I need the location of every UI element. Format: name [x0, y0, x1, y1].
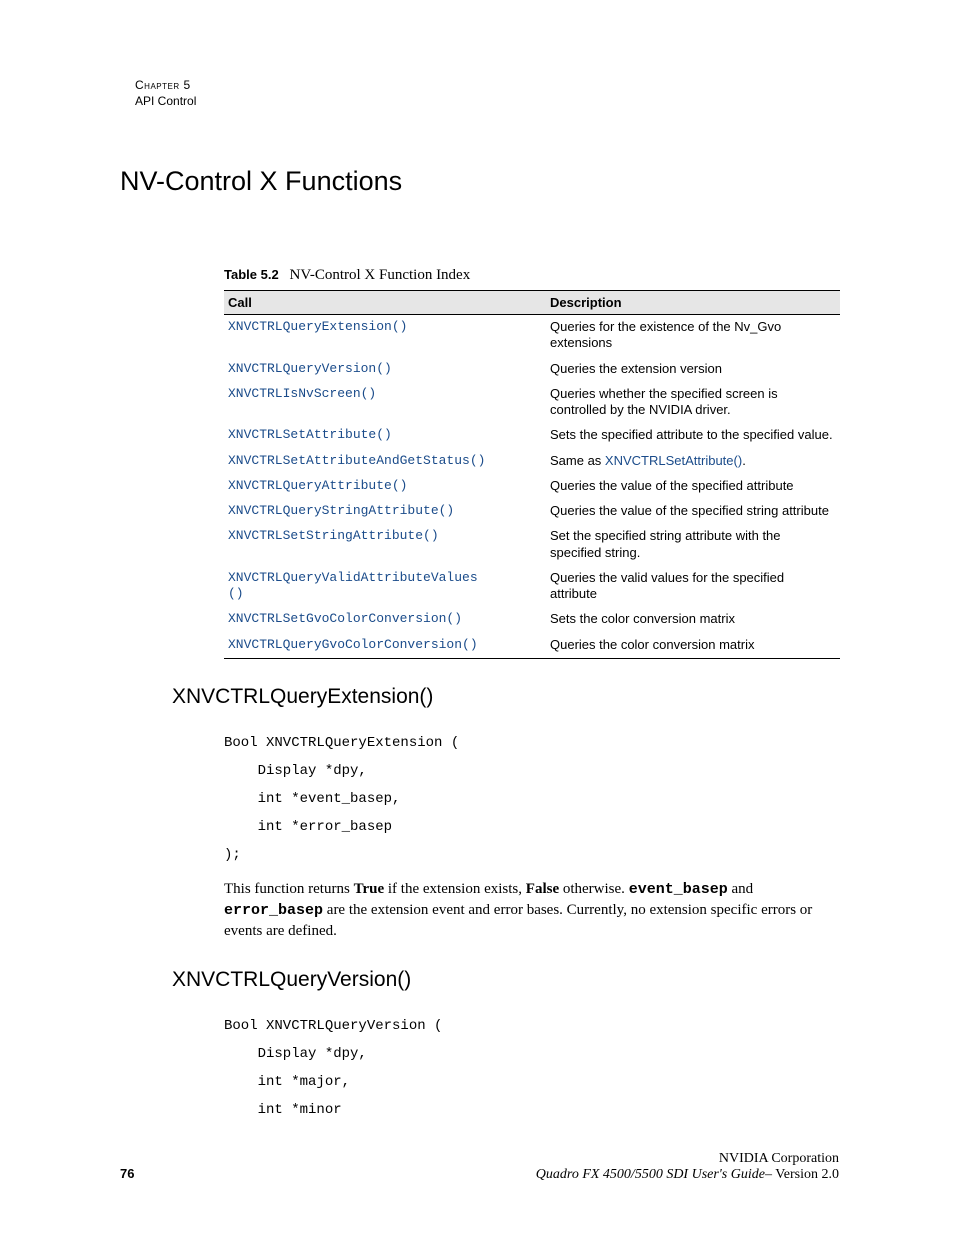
table-label: Table 5.2 — [224, 267, 279, 282]
function-index-table: Call Description XNVCTRLQueryExtension()… — [224, 290, 840, 659]
table-row: XNVCTRLSetStringAttribute()Set the speci… — [224, 524, 840, 566]
function-link[interactable]: XNVCTRLSetStringAttribute() — [224, 524, 546, 566]
chapter-label: Chapter 5 — [135, 78, 839, 92]
function-description: Sets the specified attribute to the spec… — [546, 423, 840, 448]
cross-ref-link[interactable]: XNVCTRLSetAttribute() — [605, 453, 742, 468]
col-header-call: Call — [224, 291, 546, 315]
section-heading-query-version: XNVCTRLQueryVersion() — [172, 968, 839, 992]
page-number: 76 — [120, 1166, 134, 1181]
function-link[interactable]: XNVCTRLSetAttribute() — [224, 423, 546, 448]
function-link[interactable]: XNVCTRLSetAttributeAndGetStatus() — [224, 449, 546, 474]
table-row: XNVCTRLIsNvScreen()Queries whether the s… — [224, 382, 840, 424]
table-row: XNVCTRLQueryExtension()Queries for the e… — [224, 315, 840, 357]
function-description: Set the specified string attribute with … — [546, 524, 840, 566]
table-row: XNVCTRLQueryVersion()Queries the extensi… — [224, 357, 840, 382]
function-description: Queries the color conversion matrix — [546, 633, 840, 659]
function-link[interactable]: XNVCTRLQueryAttribute() — [224, 474, 546, 499]
footer-corp: NVIDIA Corporation — [536, 1151, 839, 1167]
footer-guide: Quadro FX 4500/5500 SDI User's Guide — [536, 1167, 765, 1182]
page-title: NV-Control X Functions — [120, 166, 839, 197]
function-description: Sets the color conversion matrix — [546, 607, 840, 632]
table-row: XNVCTRLSetAttribute()Sets the specified … — [224, 423, 840, 448]
table-row: XNVCTRLQueryValidAttributeValues ()Queri… — [224, 566, 840, 608]
function-link[interactable]: XNVCTRLSetGvoColorConversion() — [224, 607, 546, 632]
function-description: Queries the value of the specified attri… — [546, 474, 840, 499]
body-text-query-extension: This function returns True if the extens… — [224, 879, 840, 942]
function-description: Queries whether the specified screen is … — [546, 382, 840, 424]
table-caption: Table 5.2 NV-Control X Function Index — [224, 267, 839, 284]
function-link[interactable]: XNVCTRLQueryValidAttributeValues () — [224, 566, 546, 608]
table-caption-text: NV-Control X Function Index — [290, 267, 471, 283]
col-header-description: Description — [546, 291, 840, 315]
code-block-query-extension: Bool XNVCTRLQueryExtension ( Display *dp… — [224, 729, 839, 869]
page-footer: 76 NVIDIA Corporation Quadro FX 4500/550… — [120, 1166, 839, 1183]
footer-version: – Version 2.0 — [765, 1167, 839, 1182]
table-row: XNVCTRLQueryGvoColorConversion()Queries … — [224, 633, 840, 659]
table-row: XNVCTRLSetGvoColorConversion()Sets the c… — [224, 607, 840, 632]
function-description: Queries the valid values for the specifi… — [546, 566, 840, 608]
function-link[interactable]: XNVCTRLQueryStringAttribute() — [224, 499, 546, 524]
section-heading-query-extension: XNVCTRLQueryExtension() — [172, 685, 839, 709]
function-link[interactable]: XNVCTRLQueryGvoColorConversion() — [224, 633, 546, 659]
function-link[interactable]: XNVCTRLIsNvScreen() — [224, 382, 546, 424]
function-link[interactable]: XNVCTRLQueryVersion() — [224, 357, 546, 382]
table-row: XNVCTRLSetAttributeAndGetStatus()Same as… — [224, 449, 840, 474]
function-description: Same as XNVCTRLSetAttribute(). — [546, 449, 840, 474]
table-row: XNVCTRLQueryAttribute()Queries the value… — [224, 474, 840, 499]
function-link[interactable]: XNVCTRLQueryExtension() — [224, 315, 546, 357]
chapter-subtitle: API Control — [135, 94, 839, 108]
code-block-query-version: Bool XNVCTRLQueryVersion ( Display *dpy,… — [224, 1012, 839, 1124]
table-row: XNVCTRLQueryStringAttribute()Queries the… — [224, 499, 840, 524]
function-description: Queries the extension version — [546, 357, 840, 382]
function-description: Queries the value of the specified strin… — [546, 499, 840, 524]
function-description: Queries for the existence of the Nv_Gvo … — [546, 315, 840, 357]
